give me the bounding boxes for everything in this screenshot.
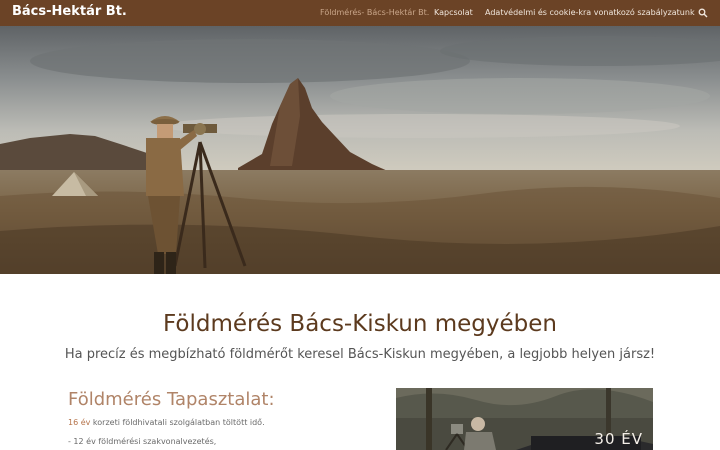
page-heading: Földmérés Bács-Kiskun megyében [163, 311, 557, 337]
photo-caption-years: 30 ÉV [594, 430, 643, 448]
surveyor-photo: 30 ÉV [396, 388, 653, 450]
experience-title: Földmérés Tapasztalat: [68, 389, 275, 410]
experience-line-1: 16 év korzeti földhivatali szolgálatban … [68, 418, 265, 427]
nav-item-kapcsolat[interactable]: Kapcsolat [434, 8, 473, 17]
hero-banner-image [0, 26, 720, 274]
nav-item-foldmeres[interactable]: Földmérés- Bács-Hektár Bt. [320, 8, 429, 17]
brand-logo-link[interactable]: Bács-Hektár Bt. [12, 4, 127, 19]
hero-landscape-illustration [0, 26, 720, 274]
page-subheading: Ha precíz és megbízható földmérőt kerese… [64, 347, 656, 362]
search-icon[interactable] [698, 8, 708, 18]
nav-item-adatvedelem[interactable]: Adatvédelmi és cookie-kra vonatkozó szab… [485, 8, 695, 17]
top-navbar: Bács-Hektár Bt. Földmérés- Bács-Hektár B… [0, 0, 720, 26]
experience-years-highlight: 16 év [68, 418, 91, 427]
experience-line-1-text: korzeti földhivatali szolgálatban töltöt… [90, 418, 265, 427]
experience-line-2: - 12 év földmérési szakvonalvezetés, [68, 437, 217, 446]
